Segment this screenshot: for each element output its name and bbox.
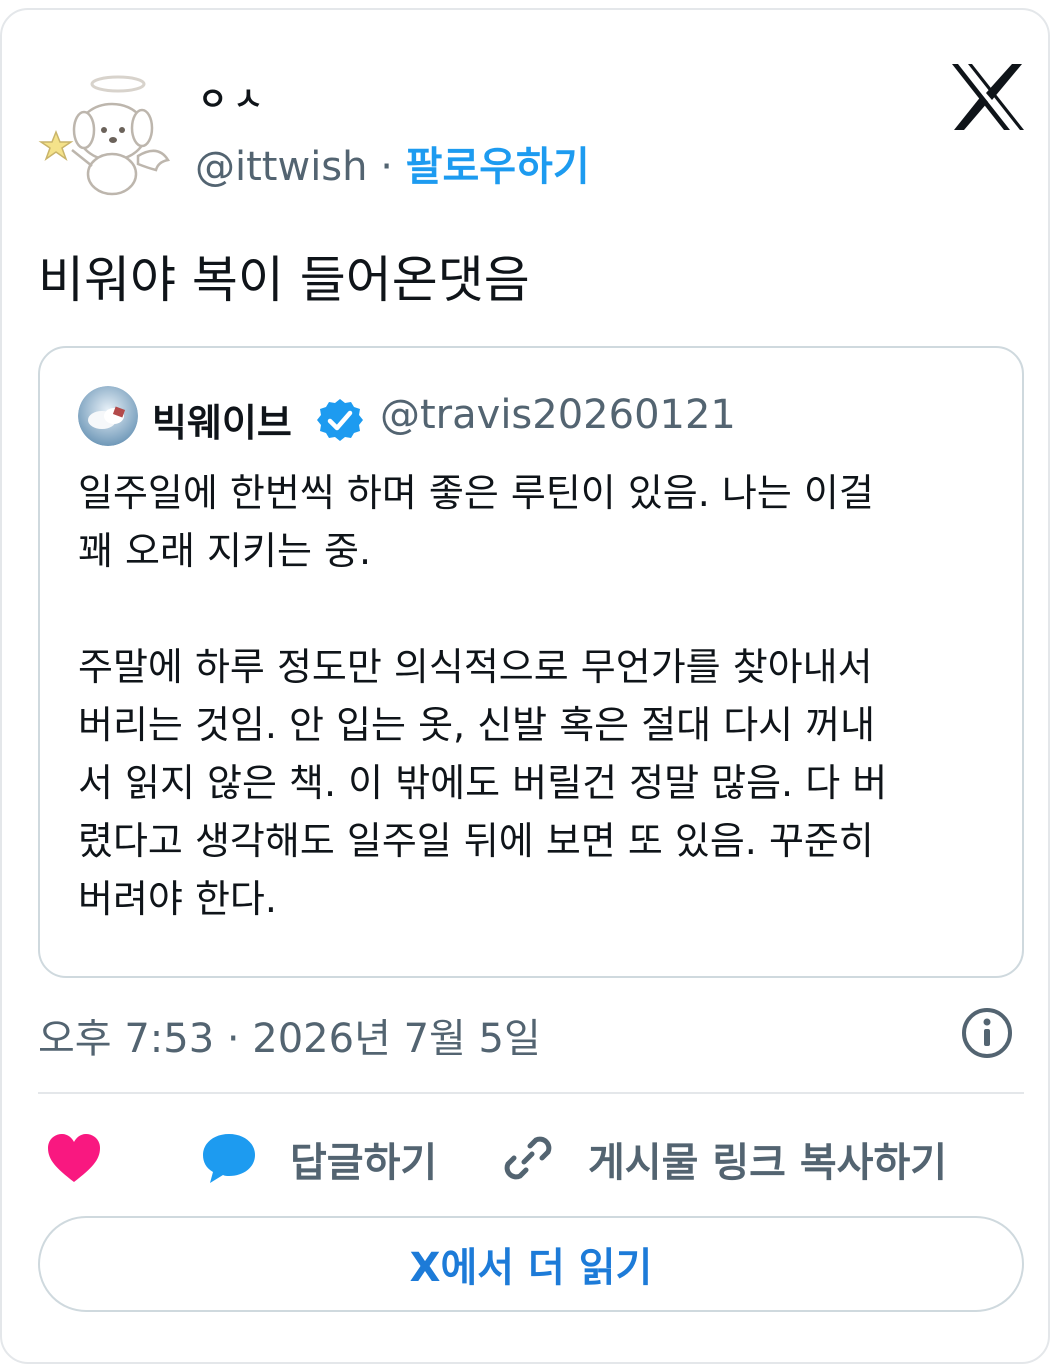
quoted-tweet[interactable]: 빅웨이브 @travis20260121 일주일에 한번씩 하며 좋은 루틴이 … bbox=[38, 346, 1024, 978]
copy-link-button[interactable]: 게시물 링크 복사하기 bbox=[588, 1130, 947, 1188]
quoted-line: 버려야 한다. bbox=[78, 877, 277, 921]
divider bbox=[38, 1092, 1024, 1094]
quoted-line: 주말에 하루 정도만 의식적으로 무언가를 찾아내서 bbox=[78, 645, 873, 689]
tweet-timestamp[interactable]: 오후 7:53 · 2026년 7월 5일 bbox=[38, 1006, 541, 1064]
heart-icon[interactable] bbox=[46, 1132, 102, 1184]
quoted-line: 버리는 것임. 안 입는 옷, 신발 혹은 절대 다시 꺼내 bbox=[78, 703, 876, 747]
quoted-line: 일주일에 한번씩 하며 좋은 루틴이 있음. 나는 이걸 bbox=[78, 471, 874, 515]
embedded-tweet-card: ㅇㅅ @ittwish · 팔로우하기 비워야 복이 들어온댓음 빅웨이브 @t… bbox=[0, 8, 1050, 1364]
author-avatar[interactable] bbox=[38, 70, 178, 200]
follow-button[interactable]: 팔로우하기 bbox=[406, 144, 590, 190]
info-icon[interactable] bbox=[960, 1006, 1014, 1060]
verified-badge-icon bbox=[317, 399, 363, 441]
quoted-line: 렸다고 생각해도 일주일 뒤에 보면 또 있음. 꾸준히 bbox=[78, 819, 874, 863]
quoted-author-name[interactable]: 빅웨이브 bbox=[152, 392, 292, 447]
handle-separator: · bbox=[380, 144, 393, 190]
quoted-tweet-body: 일주일에 한번씩 하며 좋은 루틴이 있음. 나는 이걸 꽤 오래 지키는 중.… bbox=[78, 464, 978, 928]
quoted-line: 꽤 오래 지키는 중. bbox=[78, 529, 372, 573]
author-display-name[interactable]: ㅇㅅ bbox=[198, 74, 269, 120]
quoted-author-handle[interactable]: @travis20260121 bbox=[380, 392, 736, 438]
reply-button[interactable]: 답글하기 bbox=[290, 1130, 437, 1188]
read-more-button[interactable]: X에서 더 읽기 bbox=[38, 1216, 1024, 1312]
quoted-line: 서 읽지 않은 책. 이 밖에도 버릴건 정말 많음. 다 버 bbox=[78, 761, 888, 805]
x-logo-icon[interactable] bbox=[950, 62, 1026, 132]
tweet-text: 비워야 복이 들어온댓음 bbox=[38, 251, 530, 309]
author-handle-row: @ittwish · 팔로우하기 bbox=[195, 134, 590, 192]
speech-bubble-icon[interactable] bbox=[200, 1130, 258, 1186]
action-bar: 답글하기 게시물 링크 복사하기 bbox=[2, 1120, 1050, 1200]
author-handle[interactable]: @ittwish bbox=[195, 144, 368, 190]
quoted-author-avatar[interactable] bbox=[78, 386, 138, 446]
link-icon[interactable] bbox=[500, 1130, 556, 1186]
